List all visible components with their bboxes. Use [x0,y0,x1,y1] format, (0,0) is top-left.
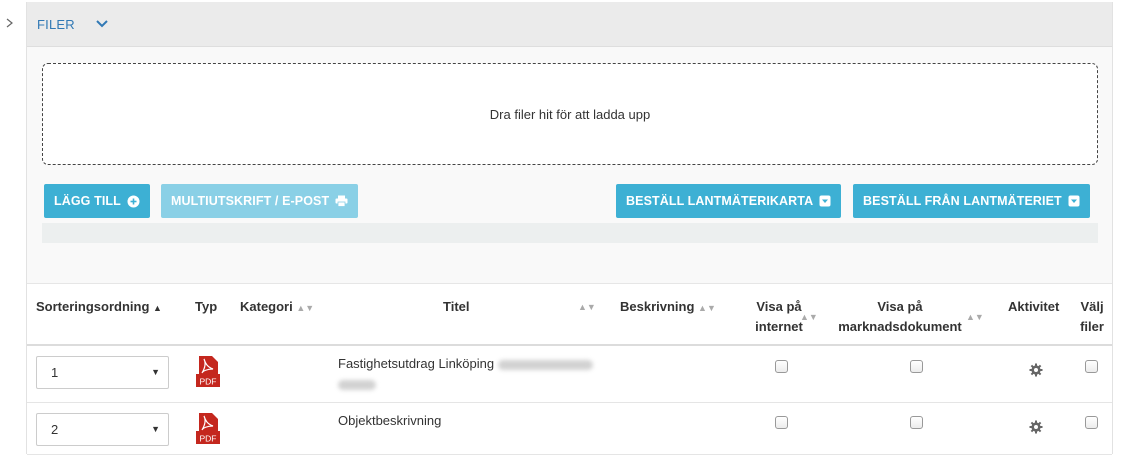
multiprint-button-label: MULTIUTSKRIFT / E-POST [171,194,330,208]
show-internet-checkbox[interactable] [775,416,788,429]
files-table: Sorteringsordning ▲ Typ Kategori ▲▼ Tite… [27,283,1112,455]
header-sort-order[interactable]: Sorteringsordning ▲ [36,297,162,318]
header-show-market-line1: Visa på [877,299,923,314]
header-category-label: Kategori [240,299,293,314]
select-caret-icon: ▼ [151,424,160,434]
sort-icon[interactable]: ▲▼ [800,312,818,322]
sort-asc-icon: ▲ [153,303,162,313]
header-show-market[interactable]: Visa på marknadsdokument [825,297,975,337]
show-market-checkbox[interactable] [910,416,923,429]
sort-icon[interactable]: ▲▼ [966,312,984,322]
add-button-label: LÄGG TILL [54,194,121,208]
header-type: Typ [195,299,218,314]
panel-header[interactable]: FILER [27,2,1112,47]
file-title: Objektbeskrivning [338,411,441,431]
select-file-checkbox[interactable] [1085,360,1098,373]
file-title-text: Objektbeskrivning [338,413,442,428]
file-dropzone[interactable]: Dra filer hit för att ladda upp [42,63,1098,165]
sort-order-select[interactable]: 2 ▼ [36,413,169,446]
header-show-market-line2: marknadsdokument [838,319,962,334]
files-panel: FILER Dra filer hit för att ladda upp LÄ… [26,2,1113,455]
show-market-checkbox[interactable] [910,360,923,373]
sort-order-value: 2 [51,422,59,437]
pdf-label: PDF [200,434,217,444]
plus-circle-icon [127,195,140,207]
add-button[interactable]: LÄGG TILL [44,184,150,218]
show-internet-checkbox[interactable] [775,360,788,373]
table-row: 2 ▼ PDF Objektbeskrivning [27,404,1112,455]
order-map-button-label: BESTÄLL LANTMÄTERIKARTA [626,194,814,208]
redacted-text [338,379,376,390]
dropzone-text: Dra filer hit för att ladda upp [489,106,651,122]
header-title[interactable]: Titel [443,297,470,317]
header-select-files: Välj filer [1076,297,1108,337]
header-select-line2: filer [1080,319,1104,334]
pdf-file-icon[interactable]: PDF [195,411,221,445]
caret-square-down-icon [1068,195,1080,207]
pdf-label: PDF [200,377,217,387]
redacted-text [497,359,593,370]
order-from-lm-button[interactable]: BESTÄLL FRÅN LANTMÄTERIET [853,184,1090,218]
sort-icon[interactable]: ▲▼ [578,302,596,312]
header-sort-order-label: Sorteringsordning [36,299,150,314]
pdf-file-icon[interactable]: PDF [195,354,221,388]
multiprint-email-button[interactable]: MULTIUTSKRIFT / E-POST [161,184,359,218]
toolbar-strip [42,223,1098,243]
sort-icon: ▲▼ [698,303,716,313]
header-description-label: Beskrivning [620,299,695,314]
table-row: 1 ▼ PDF Fastighetsutdrag Linköping [27,346,1112,403]
header-description[interactable]: Beskrivning ▲▼ [620,297,716,318]
printer-icon [335,195,348,207]
header-select-line1: Välj [1080,299,1104,314]
gear-icon[interactable] [1029,420,1043,434]
caret-square-down-icon [819,195,831,207]
collapse-chevron-icon[interactable] [3,16,17,30]
file-title: Fastighetsutdrag Linköping [338,354,593,394]
select-file-checkbox[interactable] [1085,416,1098,429]
order-lm-map-button[interactable]: BESTÄLL LANTMÄTERIKARTA [616,184,842,218]
gear-icon[interactable] [1029,363,1043,377]
select-caret-icon: ▼ [151,367,160,377]
order-lm-button-label: BESTÄLL FRÅN LANTMÄTERIET [863,194,1062,208]
header-activity: Aktivitet [1008,299,1060,314]
sort-order-select[interactable]: 1 ▼ [36,356,169,389]
chevron-down-icon[interactable] [95,17,109,31]
file-title-text: Fastighetsutdrag Linköping [338,356,495,371]
header-category[interactable]: Kategori ▲▼ [240,297,314,318]
panel-title[interactable]: FILER [37,17,75,32]
sort-icon: ▲▼ [296,303,315,313]
sort-order-value: 1 [51,365,59,380]
